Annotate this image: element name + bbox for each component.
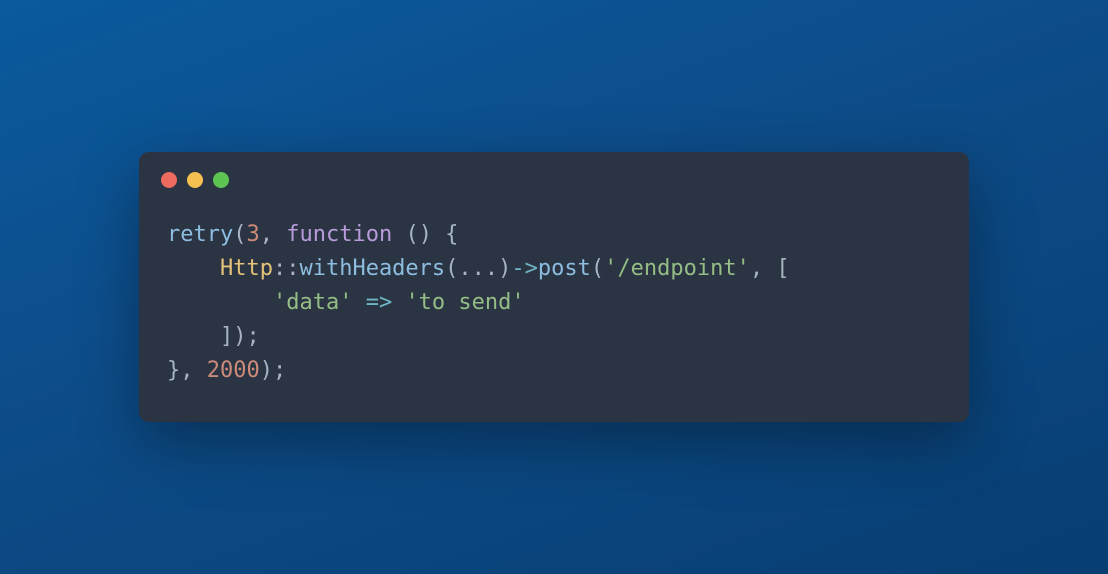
arrow-op: -> (511, 256, 538, 281)
indent (167, 290, 273, 315)
str-key: 'data' (273, 290, 352, 315)
code-window: retry(3, function () { Http::withHeaders… (139, 152, 969, 422)
indent (167, 256, 220, 281)
str-endpoint: '/endpoint' (604, 256, 750, 281)
close-bracket: ]); (220, 324, 260, 349)
str-val: 'to send' (405, 290, 524, 315)
arg-2000: 2000 (207, 358, 260, 383)
fat-arrow: => (352, 290, 405, 315)
close-icon[interactable] (161, 172, 177, 188)
close-brace: }, (167, 358, 207, 383)
paren: ) (498, 256, 511, 281)
dots: ... (458, 256, 498, 281)
paren: ( (233, 222, 246, 247)
titlebar (139, 152, 969, 198)
class-http: Http (220, 256, 273, 281)
kw-function: function (286, 222, 392, 247)
method-post: post (538, 256, 591, 281)
zoom-icon[interactable] (213, 172, 229, 188)
comma: , (260, 222, 287, 247)
paren: ( (445, 256, 458, 281)
fn-retry: retry (167, 222, 233, 247)
rest: () { (392, 222, 458, 247)
rest: , [ (750, 256, 790, 281)
code-block: retry(3, function () { Http::withHeaders… (139, 198, 969, 422)
minimize-icon[interactable] (187, 172, 203, 188)
method-withheaders: withHeaders (299, 256, 445, 281)
paren: ( (591, 256, 604, 281)
indent (167, 324, 220, 349)
scope: :: (273, 256, 300, 281)
rest: ); (260, 358, 287, 383)
arg-3: 3 (246, 222, 259, 247)
